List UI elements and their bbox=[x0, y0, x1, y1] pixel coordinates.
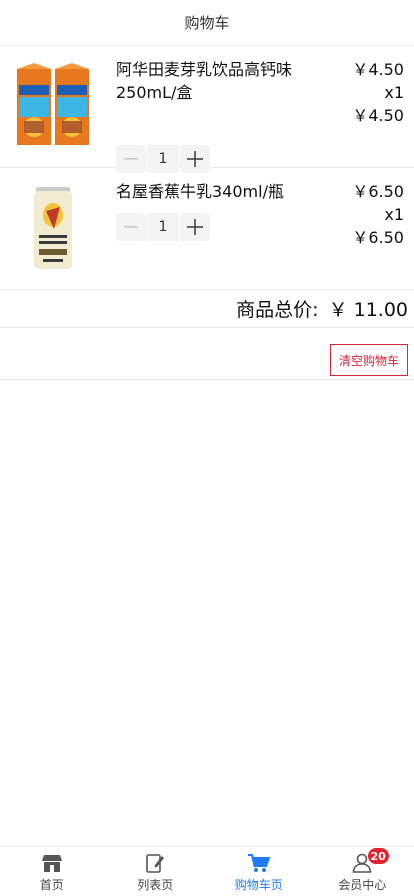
product-name: 名屋香蕉牛乳340ml/瓶 bbox=[116, 182, 284, 201]
tab-label: 首页 bbox=[39, 878, 64, 892]
item-subtotal: ￥4.50 bbox=[352, 106, 404, 125]
edit-list-icon bbox=[144, 852, 166, 874]
cart-actions: 清空购物车 bbox=[0, 328, 414, 380]
total-bar: 商品总价: ￥ 11.00 bbox=[0, 290, 414, 328]
price-column: ￥6.50 x1 ￥6.50 bbox=[352, 180, 404, 249]
product-name: 阿华田麦芽乳饮品高钙味250mL/盒 bbox=[116, 60, 293, 102]
tab-label: 会员中心 bbox=[338, 878, 387, 892]
unit-price: ￥6.50 bbox=[352, 182, 404, 201]
product-image[interactable] bbox=[14, 182, 92, 274]
quantity-label: x1 bbox=[384, 83, 404, 102]
plus-icon bbox=[187, 219, 203, 235]
cart-icon bbox=[247, 852, 270, 874]
page-title: 购物车 bbox=[184, 14, 230, 32]
clear-cart-button[interactable]: 清空购物车 bbox=[330, 344, 408, 376]
product-image[interactable] bbox=[14, 60, 92, 152]
cart-item: 阿华田麦芽乳饮品高钙味250mL/盒 ￥4.50 x1 ￥4.50 1 bbox=[0, 46, 414, 173]
tab-cart[interactable]: 购物车页 bbox=[207, 847, 311, 896]
store-icon bbox=[41, 852, 63, 874]
banana-milk-can-image bbox=[34, 187, 72, 269]
price-column: ￥4.50 x1 ￥4.50 bbox=[352, 58, 404, 127]
bottom-tabbar: 首页 列表页 购物车页 20 会员中心 bbox=[0, 846, 414, 896]
total-label: 商品总价: bbox=[236, 299, 319, 321]
cart-item: 名屋香蕉牛乳340ml/瓶 ￥6.50 x1 ￥6.50 1 bbox=[0, 168, 414, 290]
minus-icon bbox=[124, 158, 138, 160]
tab-member[interactable]: 20 会员中心 bbox=[311, 847, 414, 896]
ovaltine-carton-pack-image bbox=[17, 63, 89, 145]
decrease-button[interactable] bbox=[116, 213, 146, 241]
page-header: 购物车 bbox=[0, 0, 414, 46]
tab-label: 列表页 bbox=[137, 878, 174, 892]
minus-icon bbox=[124, 226, 138, 228]
item-subtotal: ￥6.50 bbox=[352, 228, 404, 247]
total-amount: ￥ 11.00 bbox=[328, 299, 408, 321]
unit-price: ￥4.50 bbox=[352, 60, 404, 79]
quantity-label: x1 bbox=[384, 205, 404, 224]
notification-badge: 20 bbox=[367, 848, 389, 864]
quantity-stepper: 1 bbox=[116, 213, 210, 241]
tab-home[interactable]: 首页 bbox=[0, 847, 104, 896]
quantity-input[interactable]: 1 bbox=[147, 213, 179, 241]
tab-label: 购物车页 bbox=[234, 878, 283, 892]
plus-icon bbox=[187, 151, 203, 167]
increase-button[interactable] bbox=[180, 213, 210, 241]
tab-list[interactable]: 列表页 bbox=[104, 847, 208, 896]
